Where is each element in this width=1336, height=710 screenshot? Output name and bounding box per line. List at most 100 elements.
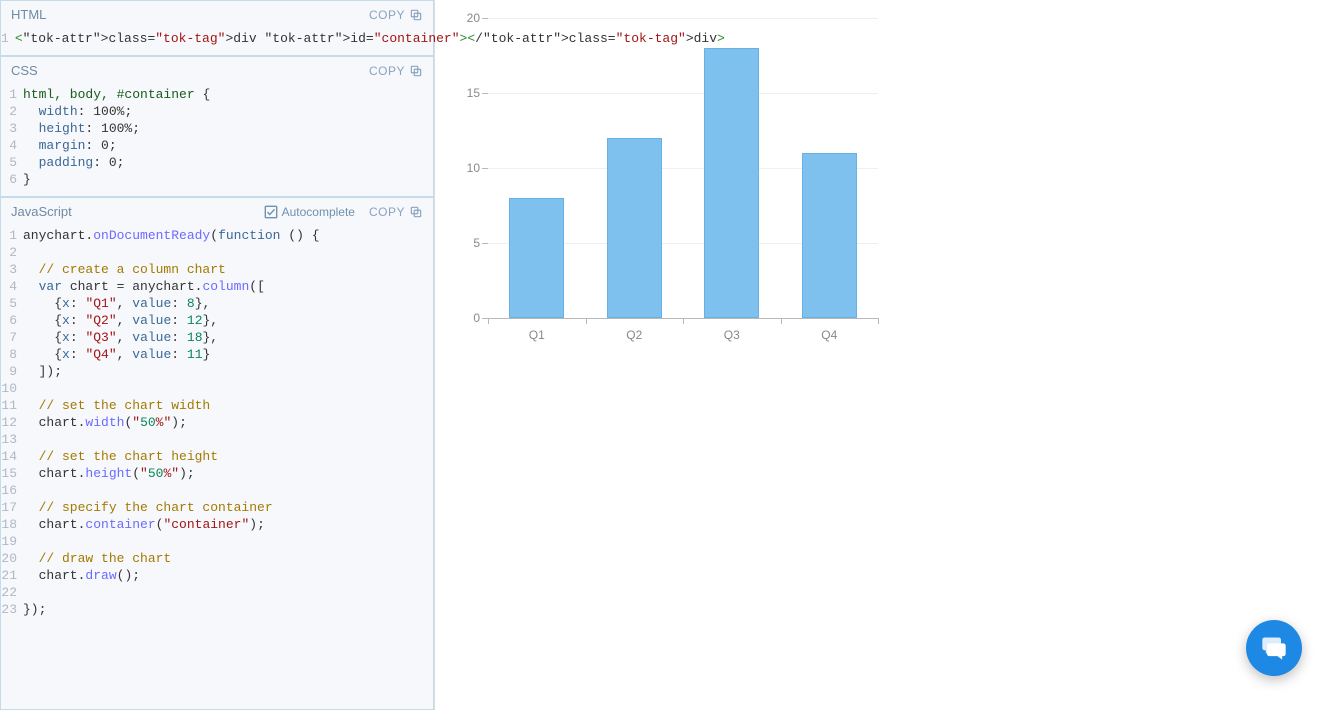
line-number: 3 [1, 120, 23, 137]
chart-xtick-label: Q4 [821, 318, 837, 342]
html-panel-title: HTML [11, 7, 46, 22]
output-pane: 05101520Q1Q2Q3Q4 [435, 0, 1336, 710]
code-line: 23}); [1, 601, 433, 618]
code-text: {x: "Q1", value: 8}, [23, 295, 210, 312]
copy-icon [409, 64, 423, 78]
chart-bar[interactable] [509, 198, 564, 318]
chart-ytick-label: 0 [473, 311, 488, 325]
line-number: 1 [1, 30, 15, 47]
html-code-area[interactable]: 1<"tok-attr">class="tok-tag">div "tok-at… [1, 28, 433, 55]
code-text: // draw the chart [23, 550, 171, 567]
code-text: // set the chart width [23, 397, 210, 414]
code-line: 3 height: 100%; [1, 120, 433, 137]
chart: 05101520Q1Q2Q3Q4 [443, 0, 883, 355]
code-text: ]); [23, 363, 62, 380]
html-panel: HTML COPY 1<"tok-attr">class="tok-tag">d… [0, 0, 434, 56]
css-copy-button[interactable]: COPY [369, 64, 423, 78]
line-number: 23 [1, 601, 23, 618]
line-number: 2 [1, 103, 23, 120]
css-panel: CSS COPY 1html, body, #container {2 widt… [0, 56, 434, 197]
code-line: 21 chart.draw(); [1, 567, 433, 584]
code-line: 7 {x: "Q3", value: 18}, [1, 329, 433, 346]
line-number: 15 [1, 465, 23, 482]
css-code-area[interactable]: 1html, body, #container {2 width: 100%;3… [1, 84, 433, 196]
autocomplete-toggle[interactable]: Autocomplete [264, 205, 355, 219]
code-text: chart.draw(); [23, 567, 140, 584]
chart-xtickmark [586, 318, 587, 324]
code-line: 2 [1, 244, 433, 261]
copy-icon [409, 8, 423, 22]
chart-xtickmark [488, 318, 489, 324]
code-text: height: 100%; [23, 120, 140, 137]
code-line: 10 [1, 380, 433, 397]
code-line: 12 chart.width("50%"); [1, 414, 433, 431]
code-text: html, body, #container { [23, 86, 210, 103]
code-text: chart.height("50%"); [23, 465, 195, 482]
chart-gridline [488, 93, 878, 94]
code-text: {x: "Q2", value: 12}, [23, 312, 218, 329]
code-line: 2 width: 100%; [1, 103, 433, 120]
chart-xtick-label: Q3 [724, 318, 740, 342]
code-text: margin: 0; [23, 137, 117, 154]
line-number: 17 [1, 499, 23, 516]
line-number: 1 [1, 86, 23, 103]
code-line: 9 ]); [1, 363, 433, 380]
line-number: 21 [1, 567, 23, 584]
chart-bar[interactable] [802, 153, 857, 318]
code-text: chart.width("50%"); [23, 414, 187, 431]
line-number: 1 [1, 227, 23, 244]
code-line: 11 // set the chart width [1, 397, 433, 414]
line-number: 5 [1, 154, 23, 171]
code-text: width: 100%; [23, 103, 132, 120]
line-number: 22 [1, 584, 23, 601]
js-panel: JavaScript Autocomplete COPY 1anychart.o… [0, 197, 434, 710]
line-number: 6 [1, 312, 23, 329]
line-number: 11 [1, 397, 23, 414]
line-number: 5 [1, 295, 23, 312]
chart-bar[interactable] [704, 48, 759, 318]
copy-label: COPY [369, 205, 405, 219]
autocomplete-label: Autocomplete [282, 205, 355, 219]
copy-label: COPY [369, 8, 405, 22]
chart-xtick-label: Q1 [529, 318, 545, 342]
js-copy-button[interactable]: COPY [369, 205, 423, 219]
code-line: 16 [1, 482, 433, 499]
chart-ytick-label: 5 [473, 236, 488, 250]
line-number: 6 [1, 171, 23, 188]
copy-icon [409, 205, 423, 219]
code-text: // create a column chart [23, 261, 226, 278]
html-copy-button[interactable]: COPY [369, 8, 423, 22]
js-code-area[interactable]: 1anychart.onDocumentReady(function () {2… [1, 225, 433, 626]
chart-gridline [488, 18, 878, 19]
code-editor-sidebar: HTML COPY 1<"tok-attr">class="tok-tag">d… [0, 0, 435, 710]
line-number: 4 [1, 137, 23, 154]
code-line: 4 var chart = anychart.column([ [1, 278, 433, 295]
line-number: 19 [1, 533, 23, 550]
code-line: 5 padding: 0; [1, 154, 433, 171]
chart-xtickmark [781, 318, 782, 324]
code-line: 3 // create a column chart [1, 261, 433, 278]
code-line: 4 margin: 0; [1, 137, 433, 154]
chart-xtickmark [878, 318, 879, 324]
chart-xtick-label: Q2 [626, 318, 642, 342]
code-line: 6 {x: "Q2", value: 12}, [1, 312, 433, 329]
line-number: 8 [1, 346, 23, 363]
code-text: var chart = anychart.column([ [23, 278, 265, 295]
code-line: 1html, body, #container { [1, 86, 433, 103]
code-line: 8 {x: "Q4", value: 11} [1, 346, 433, 363]
code-text: } [23, 171, 31, 188]
chart-ytick-label: 15 [467, 86, 488, 100]
code-text: // specify the chart container [23, 499, 273, 516]
code-text: // set the chart height [23, 448, 218, 465]
css-panel-title: CSS [11, 63, 38, 78]
line-number: 3 [1, 261, 23, 278]
line-number: 7 [1, 329, 23, 346]
code-text: }); [23, 601, 46, 618]
chart-bar[interactable] [607, 138, 662, 318]
code-text: {x: "Q4", value: 11} [23, 346, 210, 363]
line-number: 13 [1, 431, 23, 448]
code-text: anychart.onDocumentReady(function () { [23, 227, 320, 244]
chat-fab-button[interactable] [1246, 620, 1302, 676]
chart-xtickmark [683, 318, 684, 324]
code-line: 1<"tok-attr">class="tok-tag">div "tok-at… [1, 30, 433, 47]
